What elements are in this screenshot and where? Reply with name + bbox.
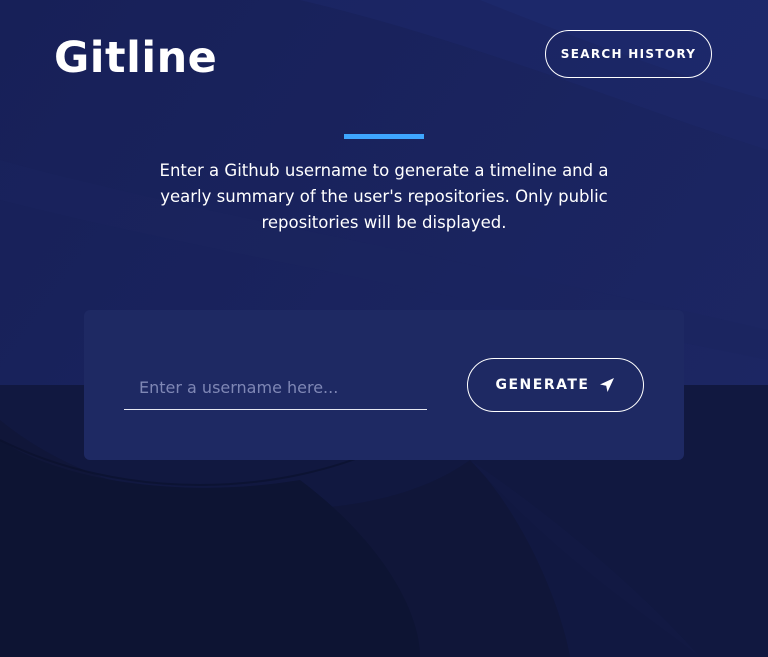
generate-button-label: GENERATE [495,377,590,393]
paper-plane-icon [599,377,615,393]
accent-divider [344,134,424,139]
username-input[interactable] [124,366,427,410]
logo: Gitline [54,33,218,83]
search-history-button[interactable]: SEARCH HISTORY [545,30,712,78]
username-form-card: GENERATE [84,310,684,460]
intro-text: Enter a Github username to generate a ti… [159,161,609,232]
generate-button[interactable]: GENERATE [467,358,644,412]
